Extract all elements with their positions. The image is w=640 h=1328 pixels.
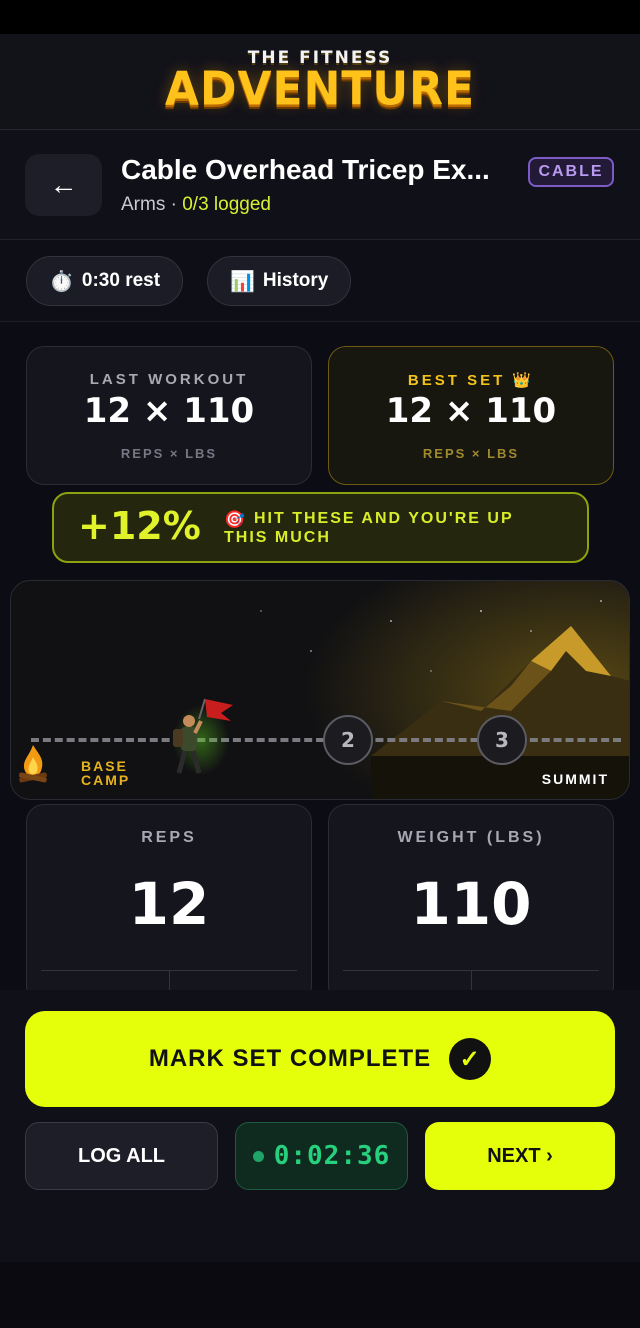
logged-count: 0/3 logged bbox=[182, 194, 271, 215]
stopwatch-icon: ⏱️ bbox=[49, 270, 74, 293]
workout-timer: 0:02:36 bbox=[235, 1122, 408, 1190]
boost-text: HIT THESE AND YOU'RE UP THIS MUCH bbox=[224, 510, 514, 546]
weight-input-card[interactable]: WEIGHT (LBS) 110 bbox=[328, 804, 614, 1010]
boost-percent: +12% bbox=[78, 504, 201, 548]
best-set-value: 12 × 110 bbox=[385, 391, 557, 431]
exercise-subtitle: Arms · 0/3 logged bbox=[121, 194, 271, 216]
timer-value: 0:02:36 bbox=[273, 1141, 391, 1171]
hiker-icon bbox=[161, 695, 241, 785]
subtitle-separator: · bbox=[165, 194, 183, 215]
last-workout-label: LAST WORKOUT bbox=[89, 371, 249, 388]
last-workout-unit: REPS × LBS bbox=[120, 446, 218, 461]
arrow-left-icon: ← bbox=[49, 169, 78, 200]
back-button[interactable]: ← bbox=[25, 154, 102, 216]
check-circle-icon: ✓ bbox=[449, 1038, 492, 1080]
reps-value[interactable]: 12 bbox=[27, 870, 311, 938]
rest-label: 0:30 rest bbox=[81, 270, 161, 291]
milestone-set-3: 3 bbox=[477, 715, 527, 765]
log-all-button[interactable]: LOG ALL bbox=[25, 1122, 218, 1190]
weight-label: WEIGHT (LBS) bbox=[397, 829, 545, 846]
status-bar bbox=[0, 0, 640, 34]
milestone-set-2: 2 bbox=[323, 715, 373, 765]
app-header: THE FITNESS ADVENTURE bbox=[0, 34, 640, 130]
home-indicator-area bbox=[0, 1262, 640, 1328]
reps-input-card[interactable]: REPS 12 bbox=[26, 804, 312, 1010]
history-chip[interactable]: 📊 History bbox=[207, 256, 352, 306]
exercise-title: Cable Overhead Tricep Ex... bbox=[121, 154, 490, 185]
complete-label: MARK SET COMPLETE bbox=[148, 1045, 432, 1072]
reps-label: REPS bbox=[141, 829, 197, 846]
best-set-unit: REPS × LBS bbox=[422, 446, 520, 461]
chips-row: ⏱️ 0:30 rest 📊 History bbox=[0, 240, 640, 322]
equipment-badge: CABLE bbox=[528, 157, 614, 187]
history-label: History bbox=[262, 270, 329, 291]
campfire-icon bbox=[13, 741, 53, 785]
timer-status-dot bbox=[252, 1150, 264, 1162]
best-set-label: BEST SET 👑 bbox=[407, 372, 535, 389]
last-workout-card: LAST WORKOUT 12 × 110 REPS × LBS bbox=[26, 346, 312, 485]
last-workout-value: 12 × 110 bbox=[83, 391, 255, 431]
next-button[interactable]: NEXT › bbox=[425, 1122, 615, 1190]
muscle-group: Arms bbox=[121, 194, 166, 215]
set-journey-map: BASE CAMP 2 3 SUMMIT bbox=[10, 580, 630, 800]
progress-boost-banner: +12% 🎯 HIT THESE AND YOU'RE UP THIS MUCH bbox=[52, 492, 589, 563]
bar-chart-icon: 📊 bbox=[230, 270, 255, 293]
logo-main-text: ADVENTURE bbox=[164, 62, 476, 117]
base-camp-label: BASE CAMP bbox=[81, 758, 131, 788]
weight-value[interactable]: 110 bbox=[329, 870, 613, 938]
exercise-header: ← Cable Overhead Tricep Ex... Arms · 0/3… bbox=[0, 130, 640, 240]
rest-timer-chip[interactable]: ⏱️ 0:30 rest bbox=[26, 256, 184, 306]
mark-set-complete-button[interactable]: MARK SET COMPLETE ✓ bbox=[25, 1011, 615, 1107]
best-set-card: BEST SET 👑 12 × 110 REPS × LBS bbox=[328, 346, 614, 485]
summit-label: SUMMIT bbox=[541, 771, 609, 787]
